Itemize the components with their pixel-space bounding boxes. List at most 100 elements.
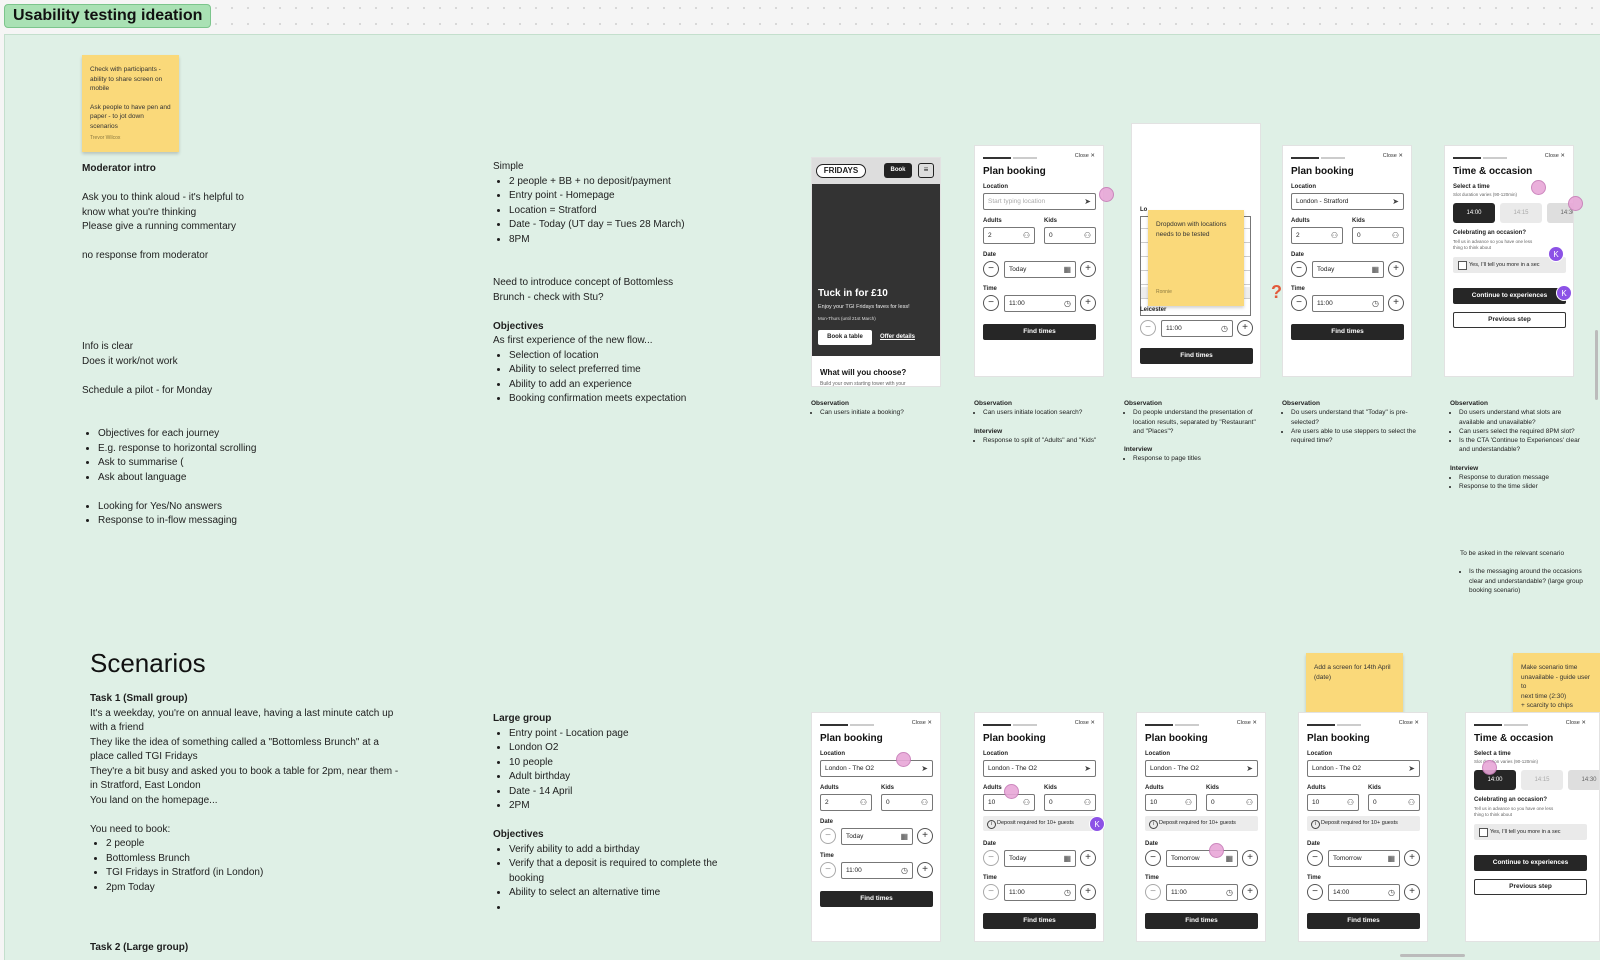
date-input[interactable]: Today ▦ [841,828,913,845]
sticky-note-add-screen[interactable]: Add a screen for 14th April (date) [1306,653,1403,713]
close-button[interactable]: Close ✕ [1399,720,1419,726]
previous-step-button[interactable]: Previous step [1474,879,1587,895]
objectives-notes[interactable]: Objectives for each journey E.g. respons… [82,427,382,529]
minus-button[interactable]: − [820,828,836,844]
location-input[interactable]: London - The O2 ➤ [820,760,933,777]
observation-dropdown[interactable]: Observation Do people understand the pre… [1124,399,1259,464]
date-input[interactable]: Today ▦ [1312,261,1384,278]
phone-plan-booking-stratford[interactable]: Close ✕ Plan booking Location London - S… [1282,145,1412,377]
kids-input[interactable]: 0 ⚇ [1368,794,1420,811]
find-times-button[interactable]: Find times [983,324,1096,340]
find-times-button[interactable]: Find times [1291,324,1404,340]
task2-notes[interactable]: Task 2 (Large group) [90,941,420,956]
minus-button[interactable]: − [983,850,999,866]
close-button[interactable]: Close ✕ [912,720,932,726]
plus-button[interactable]: + [1080,884,1096,900]
phone-time-occasion-large[interactable]: Close ✕ Time & occasion Select a time Sl… [1465,712,1600,942]
observation-stratford[interactable]: Observation Do users understand that "To… [1282,399,1417,445]
time-input[interactable]: 11:00 ◷ [1004,884,1076,901]
time-input[interactable]: 11:00 ◷ [1161,320,1233,337]
simple-scenario-notes[interactable]: Simple 2 people + BB + no deposit/paymen… [493,160,793,407]
collaborator-avatar[interactable]: K [1089,816,1105,832]
plus-button[interactable]: + [1404,884,1420,900]
minus-button[interactable]: − [1307,884,1323,900]
plus-button[interactable]: + [1080,261,1096,277]
find-times-button[interactable]: Find times [1307,913,1420,929]
location-input[interactable]: London - Stratford ➤ [1291,193,1404,210]
book-button[interactable]: Book [884,163,912,178]
adults-input[interactable]: 2 ⚇ [1291,227,1343,244]
moderator-notes[interactable]: Moderator intro Ask you to think aloud -… [82,162,382,264]
kids-input[interactable]: 0 ⚇ [881,794,933,811]
minus-button[interactable]: − [1140,320,1156,336]
close-button[interactable]: Close ✕ [1545,153,1565,159]
plus-button[interactable]: + [1080,850,1096,866]
menu-icon[interactable]: ≡ [918,163,934,178]
scenarios-title[interactable]: Scenarios [90,648,206,679]
minus-button[interactable]: − [1145,850,1161,866]
plus-button[interactable]: + [1242,850,1258,866]
occasion-checkbox[interactable]: Yes, I'll tell you more in a sec [1453,257,1566,273]
observation-time-occasion[interactable]: Observation Do users understand what slo… [1450,399,1585,492]
plus-button[interactable]: + [1388,261,1404,277]
board-title[interactable]: Usability testing ideation [4,4,212,28]
adults-input[interactable]: 10 ⚇ [1307,794,1359,811]
collaborator-avatar[interactable]: K [1556,285,1572,301]
plus-button[interactable]: + [917,828,933,844]
collaborator-avatar[interactable]: K [1548,246,1564,262]
observation-homepage[interactable]: Observation Can users initiate a booking… [811,399,946,418]
minus-button[interactable]: − [1291,295,1307,311]
minus-button[interactable]: − [983,261,999,277]
plus-button[interactable]: + [1237,320,1253,336]
location-input[interactable]: Start typing location ➤ [983,193,1096,210]
find-times-button[interactable]: Find times [1145,913,1258,929]
kids-input[interactable]: 0 ⚇ [1206,794,1258,811]
time-slot-unavailable[interactable]: 14:15 [1521,770,1563,790]
minus-button[interactable]: − [1145,884,1161,900]
kids-input[interactable]: 0 ⚇ [1352,227,1404,244]
previous-step-button[interactable]: Previous step [1453,312,1566,328]
time-slot-selected[interactable]: 14:00 [1474,770,1516,790]
plus-button[interactable]: + [1404,850,1420,866]
close-button[interactable]: Close ✕ [1237,720,1257,726]
book-table-button[interactable]: Book a table [818,330,872,345]
continue-experiences-button[interactable]: Continue to experiences [1474,855,1587,871]
occasion-checkbox[interactable]: Yes, I'll tell you more in a sec [1474,824,1587,840]
close-button[interactable]: Close ✕ [1383,153,1403,159]
continue-experiences-button[interactable]: Continue to experiences [1453,288,1566,304]
phone-plan-booking-o2[interactable]: Close ✕ Plan booking Location London - T… [811,712,941,942]
close-button[interactable]: Close ✕ [1075,720,1095,726]
adults-input[interactable]: 2 ⚇ [983,227,1035,244]
time-slot-selected[interactable]: 14:00 [1453,203,1495,223]
plus-button[interactable]: + [917,862,933,878]
horizontal-scrollbar[interactable] [1400,954,1465,957]
minus-button[interactable]: − [820,862,836,878]
phone-plan-booking-1400[interactable]: Close ✕ Plan booking Location London - T… [1298,712,1428,942]
time-input[interactable]: 11:00 ◷ [1166,884,1238,901]
find-times-button[interactable]: Find times [983,913,1096,929]
phone-plan-booking-tomorrow[interactable]: Close ✕ Plan booking Location London - T… [1136,712,1266,942]
plus-button[interactable]: + [1080,295,1096,311]
kids-input[interactable]: 0 ⚇ [1044,227,1096,244]
minus-button[interactable]: − [983,295,999,311]
sticky-note-make-unavailable[interactable]: Make scenario time unavailable - guide u… [1513,653,1600,713]
plus-button[interactable]: + [1242,884,1258,900]
offer-details-link[interactable]: Offer details [880,330,915,345]
plus-button[interactable]: + [1388,295,1404,311]
date-input[interactable]: Today ▦ [1004,261,1076,278]
location-input[interactable]: London - The O2 ➤ [1307,760,1420,777]
scenario-task-notes[interactable]: Task 1 (Small group) It's a weekday, you… [90,692,420,895]
time-input[interactable]: 14:00 ◷ [1328,884,1400,901]
time-input[interactable]: 11:00 ◷ [1312,295,1384,312]
time-slot-unavailable[interactable]: 14:15 [1500,203,1542,223]
phone-plan-booking-deposit[interactable]: Close ✕ Plan booking Location London - T… [974,712,1104,942]
close-button[interactable]: Close ✕ [1566,720,1586,726]
location-input[interactable]: London - The O2 ➤ [1145,760,1258,777]
time-input[interactable]: 11:00 ◷ [1004,295,1076,312]
minus-button[interactable]: − [1307,850,1323,866]
time-input[interactable]: 11:00 ◷ [841,862,913,879]
minus-button[interactable]: − [983,884,999,900]
find-times-button[interactable]: Find times [1140,348,1253,364]
minus-button[interactable]: − [1291,261,1307,277]
adults-input[interactable]: 10 ⚇ [1145,794,1197,811]
